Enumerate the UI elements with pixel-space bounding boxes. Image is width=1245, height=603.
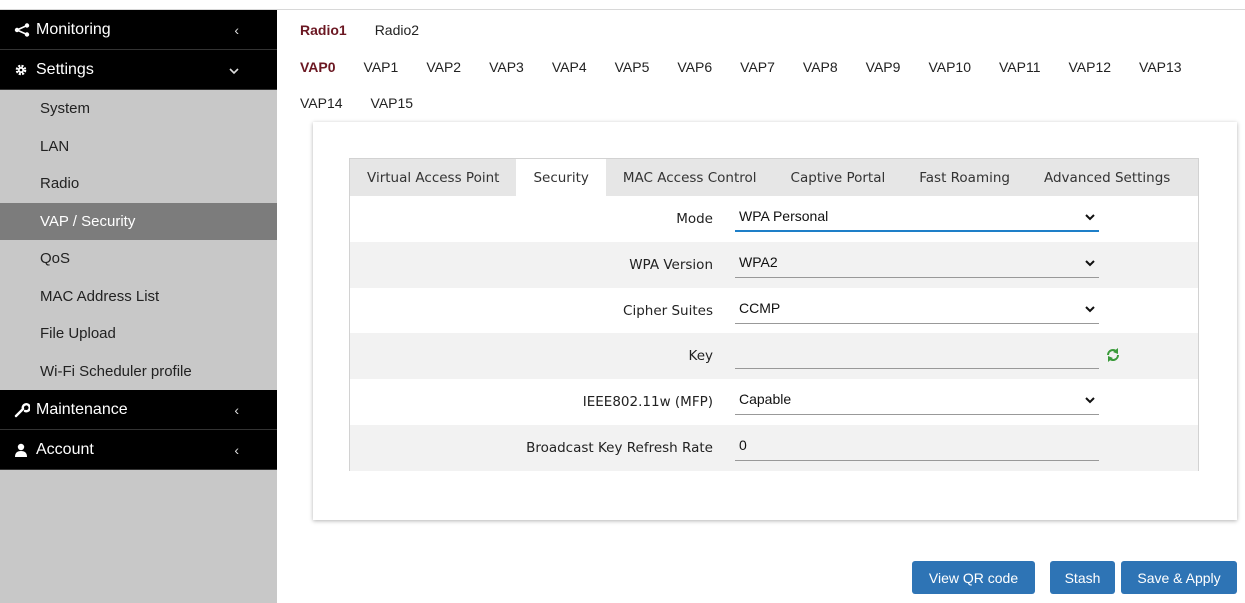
tab-vap14[interactable]: VAP14: [286, 89, 357, 117]
tab-radio2[interactable]: Radio2: [361, 16, 433, 44]
view-qr-code-button[interactable]: View QR code: [912, 561, 1035, 594]
mfp-label: IEEE802.11w (MFP): [582, 394, 713, 411]
tab-vap13[interactable]: VAP13: [1125, 53, 1196, 81]
chevron-down-icon: [1085, 214, 1095, 221]
tab-security[interactable]: Security: [516, 159, 606, 196]
tab-radio1[interactable]: Radio1: [286, 16, 361, 44]
tab-vap9[interactable]: VAP9: [852, 53, 915, 81]
sidebar-item-qos[interactable]: QoS: [0, 240, 277, 278]
stash-button[interactable]: Stash: [1050, 561, 1115, 594]
sidebar-item-label: System: [40, 100, 91, 118]
mfp-value: Capable: [739, 391, 792, 408]
tab-vap0[interactable]: VAP0: [286, 53, 350, 81]
chevron-left-icon: ‹: [234, 402, 239, 418]
tab-virtual-access-point[interactable]: Virtual Access Point: [350, 159, 516, 196]
sidebar-item-system[interactable]: System: [0, 90, 277, 128]
mode-select[interactable]: WPA Personal: [735, 204, 1099, 232]
vap-tabs: VAP0 VAP1 VAP2 VAP3 VAP4 VAP5 VAP6 VAP7 …: [286, 53, 1196, 81]
tab-fast-roaming[interactable]: Fast Roaming: [902, 159, 1027, 196]
tab-vap4[interactable]: VAP4: [538, 53, 601, 81]
sidebar-item-label: Wi-Fi Scheduler profile: [40, 362, 192, 380]
sidebar-account-label: Account: [36, 440, 94, 458]
mode-value: WPA Personal: [739, 208, 829, 224]
tab-vap8[interactable]: VAP8: [789, 53, 852, 81]
section-tabs: Virtual Access Point Security MAC Access…: [349, 158, 1199, 196]
sidebar-settings[interactable]: Settings: [0, 50, 277, 90]
sidebar-item-label: MAC Address List: [40, 287, 160, 305]
sidebar-item-wifi-scheduler[interactable]: Wi-Fi Scheduler profile: [0, 353, 277, 391]
sidebar-maintenance-label: Maintenance: [36, 400, 128, 418]
tab-vap10[interactable]: VAP10: [914, 53, 985, 81]
key-input[interactable]: [735, 341, 1099, 370]
mode-label: Mode: [676, 211, 713, 227]
security-form: Mode WPA Personal WPA Version WPA2 Ciphe…: [349, 196, 1199, 471]
tab-vap2[interactable]: VAP2: [412, 53, 475, 81]
sidebar-item-radio[interactable]: Radio: [0, 165, 277, 203]
tab-mac-access-control[interactable]: MAC Access Control: [606, 159, 774, 196]
refresh-rate-input[interactable]: 0: [735, 433, 1099, 461]
sidebar-item-vap-security[interactable]: VAP / Security: [0, 202, 277, 240]
tab-vap5[interactable]: VAP5: [601, 53, 664, 81]
sidebar-settings-label: Settings: [36, 60, 94, 78]
share-icon: [14, 22, 34, 37]
sidebar-item-label: File Upload: [40, 325, 116, 343]
wpa-version-value: WPA2: [739, 253, 778, 270]
sidebar-item-label: LAN: [40, 137, 70, 155]
form-row-key: Key: [350, 333, 1198, 380]
vap-tabs-row2: VAP14 VAP15: [286, 89, 427, 117]
sidebar-monitoring-label: Monitoring: [36, 20, 111, 38]
wrench-icon: [14, 402, 34, 418]
sidebar-account[interactable]: Account ‹: [0, 430, 277, 470]
tab-vap12[interactable]: VAP12: [1055, 53, 1126, 81]
sidebar-monitoring[interactable]: Monitoring ‹: [0, 10, 277, 50]
form-row-wpa-version: WPA Version WPA2: [350, 241, 1198, 288]
wpa-version-label: WPA Version: [629, 256, 713, 273]
tab-vap7[interactable]: VAP7: [726, 53, 789, 81]
tab-vap1[interactable]: VAP1: [350, 53, 413, 81]
user-icon: [14, 443, 34, 457]
tab-vap15[interactable]: VAP15: [357, 89, 428, 117]
sidebar-item-mac-address-list[interactable]: MAC Address List: [0, 278, 277, 316]
sidebar-maintenance[interactable]: Maintenance ‹: [0, 390, 277, 430]
form-row-mode: Mode WPA Personal: [350, 196, 1198, 242]
sidebar-item-label: VAP / Security: [40, 212, 136, 230]
tab-vap11[interactable]: VAP11: [985, 53, 1055, 81]
sidebar-item-label: QoS: [40, 250, 71, 268]
cipher-suites-select[interactable]: CCMP: [735, 296, 1099, 324]
sidebar-item-lan[interactable]: LAN: [0, 128, 277, 166]
sidebar-item-file-upload[interactable]: File Upload: [0, 315, 277, 353]
chevron-down-icon: [229, 62, 239, 78]
chevron-down-icon: [1085, 260, 1095, 267]
refresh-icon[interactable]: [1105, 347, 1121, 363]
sidebar: Monitoring ‹ Settings System LAN Radio V…: [0, 10, 277, 603]
refresh-rate-value: 0: [739, 436, 747, 453]
wpa-version-select[interactable]: WPA2: [735, 250, 1099, 278]
key-label: Key: [688, 348, 713, 365]
top-border: [0, 0, 1245, 10]
mfp-select[interactable]: Capable: [735, 387, 1099, 416]
tab-vap3[interactable]: VAP3: [475, 53, 538, 81]
cipher-suites-value: CCMP: [739, 299, 781, 316]
chevron-left-icon: ‹: [234, 22, 239, 38]
gear-icon: [14, 63, 34, 77]
tab-advanced-settings[interactable]: Advanced Settings: [1027, 159, 1187, 196]
refresh-rate-label: Broadcast Key Refresh Rate: [526, 439, 713, 456]
tab-captive-portal[interactable]: Captive Portal: [774, 159, 903, 196]
form-row-mfp: IEEE802.11w (MFP) Capable: [350, 379, 1198, 425]
chevron-down-icon: [1085, 397, 1095, 404]
chevron-left-icon: ‹: [234, 442, 239, 458]
form-row-refresh-rate: Broadcast Key Refresh Rate 0: [350, 424, 1198, 471]
chevron-down-icon: [1085, 305, 1095, 313]
form-row-cipher-suites: Cipher Suites CCMP: [350, 287, 1198, 334]
sidebar-item-label: Radio: [40, 175, 80, 193]
cipher-suites-label: Cipher Suites: [623, 302, 713, 319]
radio-tabs: Radio1 Radio2: [286, 16, 433, 44]
save-apply-button[interactable]: Save & Apply: [1121, 561, 1237, 594]
tab-vap6[interactable]: VAP6: [663, 53, 726, 81]
